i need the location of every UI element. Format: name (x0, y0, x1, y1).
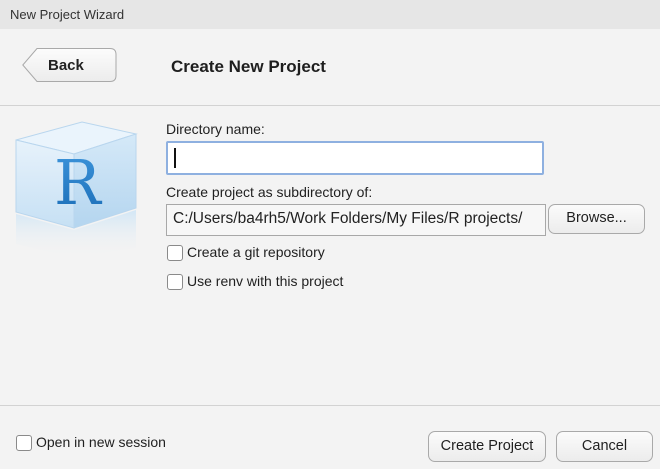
create-project-button-label: Create Project (440, 438, 534, 454)
cancel-button[interactable]: Cancel (556, 431, 653, 462)
window-titlebar: New Project Wizard (0, 0, 660, 30)
git-repo-checkbox[interactable] (167, 245, 183, 261)
browse-button[interactable]: Browse... (548, 204, 645, 234)
window-title: New Project Wizard (10, 7, 125, 22)
page-title: Create New Project (171, 57, 326, 76)
git-repo-label: Create a git repository (187, 244, 325, 260)
create-project-button[interactable]: Create Project (428, 431, 546, 462)
directory-name-input[interactable] (166, 141, 544, 175)
directory-name-label: Directory name: (166, 121, 265, 137)
new-session-label: Open in new session (36, 434, 166, 450)
subdirectory-path-value: C:/Users/ba4rh5/Work Folders/My Files/R … (173, 210, 523, 227)
browse-button-label: Browse... (566, 210, 627, 226)
renv-checkbox[interactable] (167, 274, 183, 290)
subdirectory-label: Create project as subdirectory of: (166, 184, 373, 200)
subdirectory-path-field[interactable]: C:/Users/ba4rh5/Work Folders/My Files/R … (166, 204, 546, 236)
cancel-button-label: Cancel (581, 438, 628, 454)
renv-label: Use renv with this project (187, 273, 344, 289)
svg-text:R: R (54, 146, 103, 219)
r-project-logo: R (12, 118, 140, 258)
new-session-checkbox[interactable] (16, 435, 32, 451)
footer-divider (0, 405, 660, 406)
back-button[interactable]: Back (22, 48, 117, 82)
back-button-label: Back (48, 57, 84, 74)
text-caret (174, 148, 176, 168)
